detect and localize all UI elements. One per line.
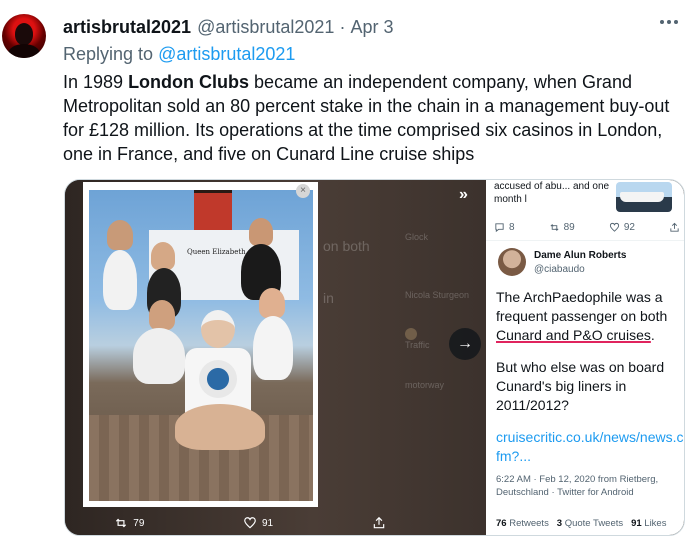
embedded-likes-label: Likes bbox=[644, 518, 667, 529]
tweet-media[interactable]: on both in Glock Nicola Sturgeon Traffic… bbox=[64, 179, 685, 536]
media-like-count: 91 bbox=[261, 517, 274, 529]
reply-icon bbox=[495, 223, 504, 233]
embedded-retweets-count: 76 bbox=[496, 518, 507, 529]
person-legs bbox=[175, 404, 265, 450]
bg-fragment: on both bbox=[323, 238, 370, 254]
share-icon bbox=[373, 516, 384, 529]
tweet-text-bold: London Clubs bbox=[128, 72, 250, 92]
embedded-likes-count: 91 bbox=[631, 518, 642, 529]
embedded-like-count: 92 bbox=[623, 222, 635, 233]
reply-prefix: Replying to bbox=[63, 44, 154, 64]
share-icon bbox=[670, 222, 679, 232]
avatar-body bbox=[8, 44, 40, 58]
reply-context: Replying to @artisbrutal2021 bbox=[63, 44, 295, 65]
media-like-button[interactable]: 91 bbox=[243, 516, 273, 530]
media-action-bar: 79 91 bbox=[65, 510, 435, 535]
close-icon[interactable]: × bbox=[296, 184, 310, 198]
heart-icon bbox=[609, 222, 619, 232]
embedded-actions: 8 89 92 bbox=[494, 222, 680, 233]
next-image-button[interactable]: → bbox=[449, 328, 481, 360]
media-retweet-count: 79 bbox=[133, 517, 145, 529]
embedded-ship-thumbnail bbox=[616, 182, 672, 212]
tweet-date[interactable]: Apr 3 bbox=[350, 17, 393, 38]
embedded-text-start: The ArchPaedophile was a frequent passen… bbox=[496, 289, 668, 324]
person bbox=[253, 316, 293, 380]
embedded-like: 92 bbox=[609, 222, 635, 233]
embedded-reply: 8 bbox=[494, 222, 515, 233]
bg-fragment: Nicola Sturgeon bbox=[405, 290, 470, 300]
embedded-quotes-count: 3 bbox=[556, 518, 563, 529]
person bbox=[107, 220, 133, 250]
embedded-tweet-screenshot: accused of abu... and one month l 8 89 9… bbox=[486, 180, 684, 535]
chevron-right-double-icon[interactable]: » bbox=[459, 186, 468, 204]
divider bbox=[486, 240, 684, 241]
reply-handle-link[interactable]: @artisbrutal2021 bbox=[158, 44, 295, 64]
person bbox=[249, 218, 273, 246]
embedded-avatar bbox=[498, 248, 526, 276]
person bbox=[103, 250, 137, 310]
embedded-retweets-label: Retweets bbox=[509, 518, 549, 529]
person bbox=[149, 300, 175, 330]
embedded-text-underlined: Cunard and P&O cruises bbox=[496, 327, 651, 343]
ship-funnel bbox=[194, 190, 232, 235]
embedded-tweet-text-2: But who else was on board Cunard's big l… bbox=[496, 359, 665, 413]
photo-card[interactable]: Queen Elizabeth × bbox=[83, 182, 318, 507]
retweet-icon bbox=[550, 224, 559, 231]
embedded-stats: 76 Retweets 3 Quote Tweets 91 Likes bbox=[496, 518, 684, 529]
embedded-tweet-text: The ArchPaedophile was a frequent passen… bbox=[496, 288, 684, 345]
avatar-face bbox=[15, 23, 33, 45]
cruise-photo: Queen Elizabeth bbox=[89, 190, 313, 501]
bg-bubble bbox=[405, 328, 417, 340]
embedded-retweet-count: 89 bbox=[563, 222, 575, 233]
embedded-author-handle: @ciabaudo bbox=[534, 264, 585, 275]
bg-fragment: in bbox=[323, 290, 334, 306]
user-handle[interactable]: @artisbrutal2021 bbox=[197, 17, 334, 38]
embedded-link: cruisecritic.co.uk/news/news.cfm?... bbox=[496, 429, 684, 464]
person-head bbox=[201, 310, 235, 348]
bg-fragment: motorway bbox=[405, 380, 445, 390]
retweet-icon bbox=[116, 518, 127, 528]
tshirt-print bbox=[199, 360, 237, 398]
embedded-share bbox=[669, 222, 680, 233]
embedded-author-name: Dame Alun Roberts bbox=[534, 250, 627, 261]
display-name[interactable]: artisbrutal2021 bbox=[63, 17, 191, 38]
tweet-text-start: In 1989 bbox=[63, 72, 129, 92]
embedded-quotes-label: Quote Tweets bbox=[564, 518, 624, 529]
embedded-top-text: accused of abu... and one month l bbox=[494, 181, 610, 205]
bg-fragment: Traffic bbox=[405, 340, 430, 350]
embedded-reply-count: 8 bbox=[509, 222, 515, 233]
heart-icon bbox=[244, 517, 256, 529]
bg-fragment: Glock bbox=[405, 232, 429, 242]
tweet[interactable]: artisbrutal2021 @artisbrutal2021 · Apr 3… bbox=[0, 0, 696, 550]
ship-name-label: Queen Elizabeth bbox=[187, 248, 246, 256]
tweet-text: In 1989 London Clubs became an independe… bbox=[63, 70, 683, 166]
embedded-meta: 6:22 AM · Feb 12, 2020 from Rietberg, De… bbox=[496, 474, 659, 498]
media-share-button[interactable] bbox=[372, 516, 386, 530]
person bbox=[259, 288, 285, 318]
media-retweet-button[interactable]: 79 bbox=[114, 516, 144, 530]
embedded-retweet: 89 bbox=[549, 222, 575, 233]
more-options-icon[interactable] bbox=[660, 20, 678, 24]
embedded-text-end: . bbox=[650, 327, 655, 343]
avatar[interactable] bbox=[2, 14, 46, 58]
person bbox=[133, 328, 185, 384]
person bbox=[151, 242, 175, 270]
separator: · bbox=[339, 16, 346, 37]
tweet-header: artisbrutal2021 @artisbrutal2021 · Apr 3 bbox=[63, 16, 393, 38]
